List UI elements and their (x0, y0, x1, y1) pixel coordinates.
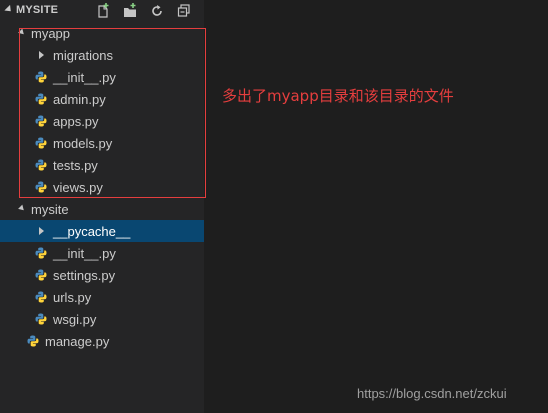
highlight-box (19, 28, 206, 198)
collapse-all-icon[interactable] (177, 3, 191, 19)
refresh-icon[interactable] (150, 3, 164, 19)
python-file-icon (35, 313, 47, 325)
tree-item-pycache[interactable]: __pycache__ (0, 220, 204, 242)
python-file-icon (35, 291, 47, 303)
expanded-chevron-icon[interactable] (4, 4, 14, 15)
explorer-actions (96, 3, 191, 19)
tree-item-label: urls.py (53, 290, 92, 305)
expanded-chevron-icon[interactable] (18, 204, 26, 213)
annotation-text: 多出了myapp目录和该目录的文件 (222, 87, 454, 105)
tree-item-label: settings.py (53, 268, 116, 283)
explorer-title: MYSITE (16, 4, 59, 16)
tree-item-label: __pycache__ (53, 224, 131, 239)
tree-item-label: wsgi.py (53, 312, 97, 327)
python-file-icon (27, 335, 39, 347)
python-file-icon (35, 269, 47, 281)
collapsed-chevron-icon[interactable] (39, 227, 44, 235)
tree-item-file[interactable]: urls.py (0, 286, 204, 308)
new-folder-icon[interactable] (123, 3, 137, 19)
watermark-url: https://blog.csdn.net/zckui (357, 386, 507, 401)
tree-item-file[interactable]: settings.py (0, 264, 204, 286)
tree-item-label: manage.py (45, 334, 110, 349)
tree-item-label: __init__.py (53, 246, 116, 261)
python-file-icon (35, 247, 47, 259)
tree-item-file[interactable]: manage.py (0, 330, 204, 352)
new-file-icon[interactable] (96, 3, 110, 19)
tree-item-file[interactable]: wsgi.py (0, 308, 204, 330)
explorer-header[interactable]: MYSITE (0, 0, 204, 22)
tree-item-mysite[interactable]: mysite (0, 198, 204, 220)
tree-item-label: mysite (31, 202, 69, 217)
tree-item-file[interactable]: __init__.py (0, 242, 204, 264)
